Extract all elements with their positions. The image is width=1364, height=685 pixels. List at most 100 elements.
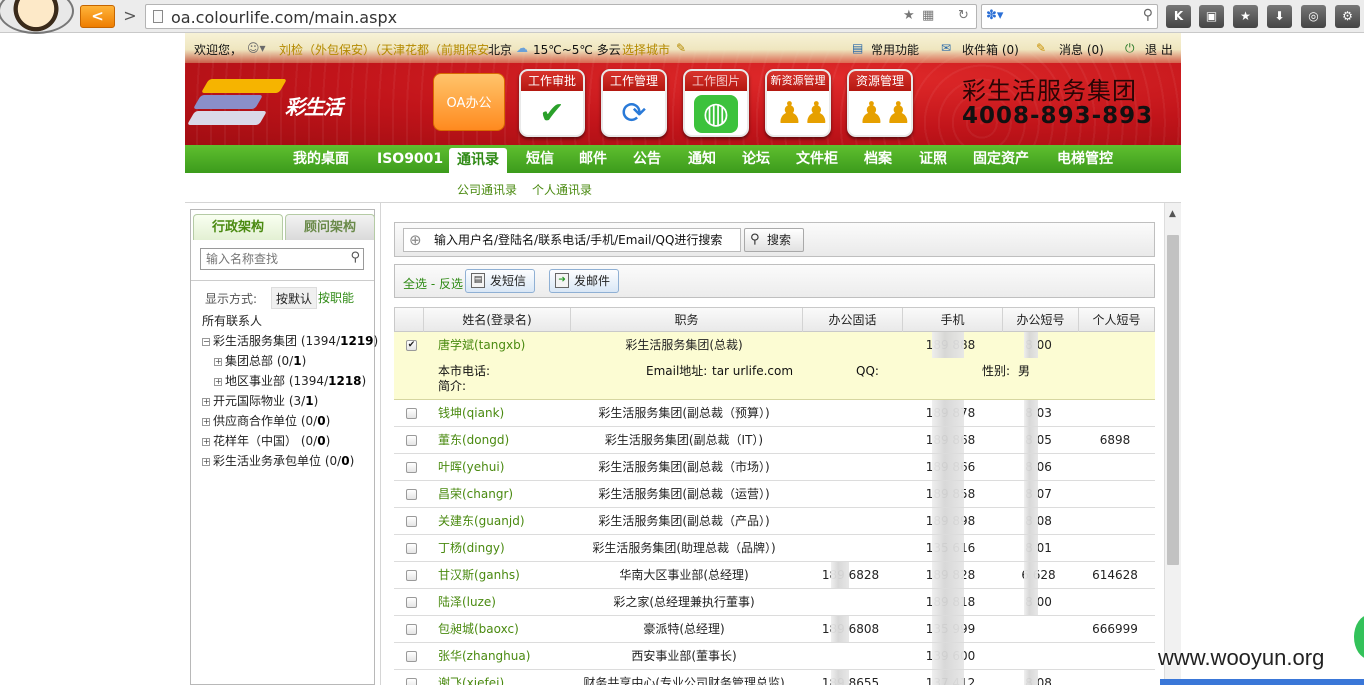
table-row[interactable]: 钱坤(qiank)彩生活服务集团(副总裁（预算）)189 8788 03 [394, 400, 1155, 427]
paw-icon[interactable]: ✽▾ [986, 8, 1003, 23]
contact-search-field[interactable]: ⊕ [403, 228, 741, 252]
module-new-resources[interactable]: 新资源管理 ♟♟ [765, 69, 831, 137]
expand-icon[interactable]: + [202, 438, 210, 446]
settings-icon[interactable]: ⚙ [1335, 5, 1360, 28]
scroll-thumb[interactable] [1167, 235, 1179, 565]
send-mail-button[interactable]: ➜ 发邮件 [549, 269, 620, 293]
contact-name[interactable]: 包昶城(baoxc) [438, 616, 519, 642]
module-work-manage[interactable]: 工作管理 ⟳ [601, 69, 667, 137]
tab-advisor-structure[interactable]: 顾问架构 [285, 214, 375, 240]
nav-contacts[interactable]: 通讯录 [449, 148, 507, 173]
org-search-field[interactable]: ⚲ [200, 248, 364, 270]
nav-iso9001[interactable]: ISO9001 [377, 145, 443, 173]
nav-forum[interactable]: 论坛 [742, 145, 770, 173]
table-row[interactable]: 丁杨(dingy)彩生活服务集团(助理总裁（品牌）)135 6168 01 [394, 535, 1155, 562]
row-checkbox[interactable] [406, 435, 417, 446]
module-approval[interactable]: 工作审批 ✔ [519, 69, 585, 137]
search-icon[interactable]: ⚲ [1143, 7, 1153, 23]
col-office-short[interactable]: 办公短号 [1002, 308, 1078, 332]
row-checkbox[interactable] [406, 489, 417, 500]
expand-icon[interactable]: + [202, 398, 210, 406]
scroll-up-icon[interactable]: ▲ [1169, 209, 1176, 219]
table-row[interactable]: 包昶城(baoxc)豪派特(总经理)189 6808135 999666999 [394, 616, 1155, 643]
table-row[interactable]: 关建东(guanjd)彩生活服务集团(副总裁（产品）)189 8988 08 [394, 508, 1155, 535]
contact-name[interactable]: 关建东(guanjd) [438, 508, 525, 534]
choose-city-link[interactable]: 选择城市 [622, 41, 670, 58]
floating-bubble-icon[interactable] [1354, 615, 1364, 659]
collapse-icon[interactable]: − [202, 338, 210, 346]
oa-office-button[interactable]: OA办公 [433, 73, 505, 131]
common-functions-link[interactable]: 常用功能 [871, 41, 919, 58]
expand-icon[interactable]: + [214, 358, 222, 366]
search-button[interactable]: ⚲ 搜索 [744, 228, 804, 252]
table-row[interactable]: 昌荣(changr)彩生活服务集团(副总裁（运营）)189 8588 07 [394, 481, 1155, 508]
contact-name[interactable]: 谢飞(xiefei) [438, 670, 504, 685]
expand-icon[interactable]: + [202, 418, 210, 426]
nav-archives[interactable]: 档案 [864, 145, 892, 173]
current-user[interactable]: 刘检（外包保安）（天津花都（前期保安 [279, 41, 489, 58]
nav-announcement[interactable]: 公告 [633, 145, 661, 173]
tree-node[interactable]: + 供应商合作单位 (0/0) [202, 411, 372, 431]
nav-file-cabinet[interactable]: 文件柜 [796, 145, 838, 173]
nav-mail[interactable]: 邮件 [579, 145, 607, 173]
tree-node[interactable]: + 地区事业部 (1394/1218) [202, 371, 372, 391]
col-name[interactable]: 姓名(登录名) [423, 308, 570, 332]
row-checkbox[interactable] [406, 678, 417, 685]
contact-name[interactable]: 钱坤(qiank) [438, 400, 504, 426]
qr-icon[interactable]: ▦ [922, 8, 934, 23]
logout-link[interactable]: 退 出 [1145, 41, 1173, 58]
contact-name[interactable]: 张华(zhanghua) [438, 643, 530, 669]
lock-icon[interactable]: ▣ [1199, 5, 1224, 28]
col-mobile[interactable]: 手机 [902, 308, 1002, 332]
module-work-pictures[interactable]: 工作图片 ◍ [683, 69, 749, 137]
table-row[interactable]: 陆泽(luze)彩之家(总经理兼执行董事)189 8188 00 [394, 589, 1155, 616]
org-search-input[interactable] [201, 249, 341, 269]
k-icon[interactable]: K [1166, 5, 1191, 28]
nav-desktop[interactable]: 我的桌面 [293, 145, 349, 173]
row-checkbox[interactable]: ✔ [406, 340, 417, 351]
nav-fixed-assets[interactable]: 固定资产 [973, 145, 1029, 173]
table-row[interactable]: 叶晖(yehui)彩生活服务集团(副总裁（市场）)189 8668 06 [394, 454, 1155, 481]
contact-name[interactable]: 丁杨(dingy) [438, 535, 505, 561]
nav-notice[interactable]: 通知 [688, 145, 716, 173]
contact-name[interactable]: 昌荣(changr) [438, 481, 513, 507]
row-checkbox[interactable] [406, 543, 417, 554]
row-checkbox[interactable] [406, 624, 417, 635]
subnav-personal-contacts[interactable]: 个人通讯录 [532, 181, 592, 198]
vertical-scrollbar[interactable]: ▲ [1164, 203, 1181, 685]
table-row[interactable]: ✔唐学斌(tangxb)彩生活服务集团(总裁)189 8888 00本市电话:E… [394, 332, 1155, 400]
row-checkbox[interactable] [406, 597, 417, 608]
favorite-icon[interactable]: ★ [1233, 5, 1258, 28]
module-resources[interactable]: 资源管理 ♟♟ [847, 69, 913, 137]
mode-by-role[interactable]: 按职能 [314, 287, 358, 309]
table-row[interactable]: 张华(zhanghua)西安事业部(董事长)139 600 [394, 643, 1155, 670]
nav-licenses[interactable]: 证照 [919, 145, 947, 173]
expand-icon[interactable]: + [202, 458, 210, 466]
address-text[interactable]: oa.colourlife.com/main.aspx [171, 8, 397, 27]
address-bar[interactable]: oa.colourlife.com/main.aspx ★ ▦ ↻ [145, 4, 977, 29]
col-personal-short[interactable]: 个人短号 [1078, 308, 1154, 332]
contact-search-input[interactable] [434, 232, 734, 246]
back-button[interactable]: < [80, 5, 115, 28]
messages-link[interactable]: 消息 (0) [1059, 41, 1104, 58]
table-row[interactable]: 甘汉斯(ganhs)华南大区事业部(总经理)189 6828189 8286 6… [394, 562, 1155, 589]
gamepad-icon[interactable]: ◎ [1301, 5, 1326, 28]
col-office-phone[interactable]: 办公固话 [802, 308, 902, 332]
contact-name[interactable]: 董东(dongd) [438, 427, 509, 453]
table-row[interactable]: 董东(dongd)彩生活服务集团(副总裁（IT）)189 8688 056898 [394, 427, 1155, 454]
contact-name[interactable]: 唐学斌(tangxb) [438, 332, 525, 358]
browser-avatar-icon[interactable] [0, 0, 74, 34]
table-row[interactable]: 谢飞(xiefei)财务共享中心(专业公司财务管理总监)189 8655137 … [394, 670, 1155, 685]
col-title[interactable]: 职务 [570, 308, 802, 332]
contact-name[interactable]: 甘汉斯(ganhs) [438, 562, 520, 588]
subnav-company-contacts[interactable]: 公司通讯录 [457, 181, 517, 198]
tab-admin-structure[interactable]: 行政架构 [193, 214, 283, 240]
browser-search[interactable]: ✽▾ ⚲ [981, 4, 1158, 29]
row-checkbox[interactable] [406, 570, 417, 581]
expand-icon[interactable]: + [214, 378, 222, 386]
mode-default[interactable]: 按默认 [271, 287, 318, 309]
star-icon[interactable]: ★ [903, 8, 915, 23]
tree-node[interactable]: + 集团总部 (0/1) [202, 351, 372, 371]
inbox-link[interactable]: 收件箱 (0) [962, 41, 1019, 58]
tree-all-contacts[interactable]: 所有联系人 [202, 311, 372, 331]
